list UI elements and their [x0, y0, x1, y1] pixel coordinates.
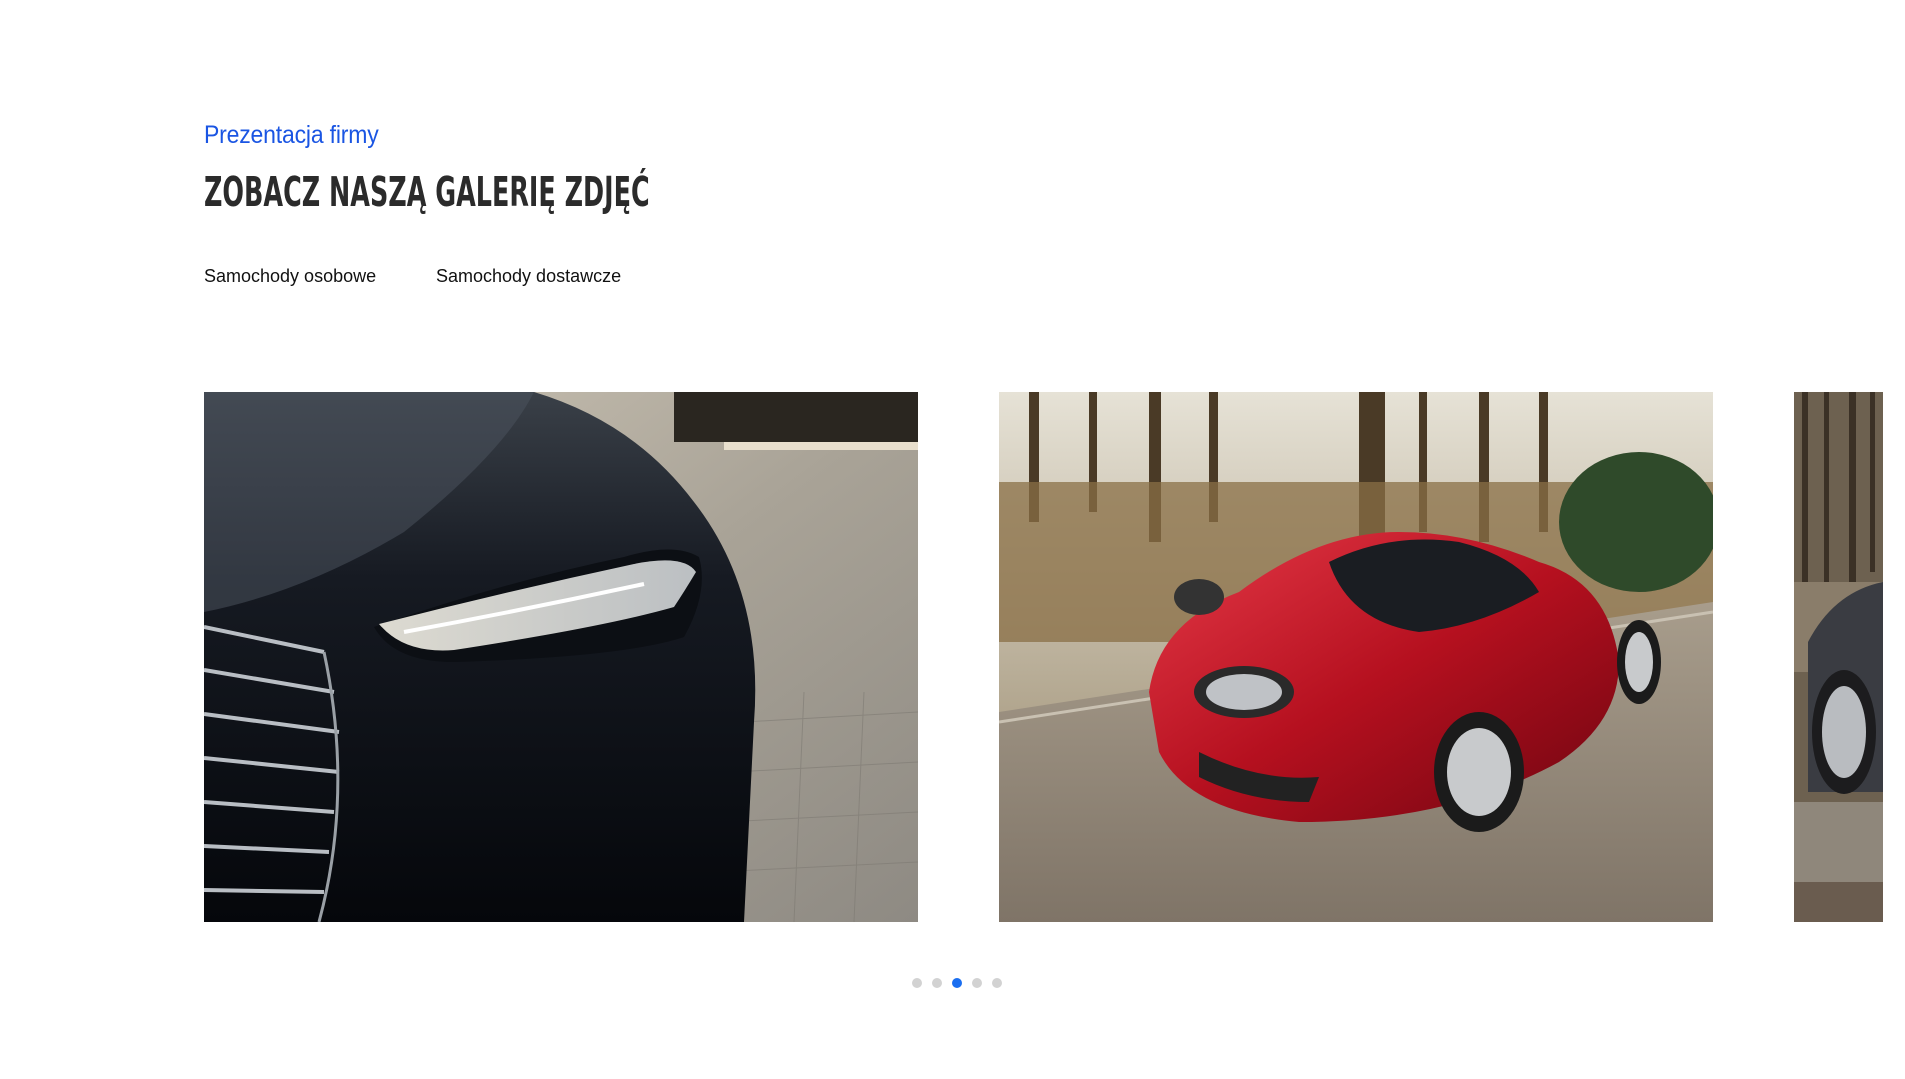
red-sports-car-photo	[999, 392, 1713, 922]
pagination-dot[interactable]	[932, 978, 942, 988]
tab-delivery-vans[interactable]: Samochody dostawcze	[436, 266, 621, 287]
pagination-dot[interactable]	[912, 978, 922, 988]
pagination-dot[interactable]	[992, 978, 1002, 988]
section-title: Zobacz naszą galerię zdjęć	[204, 168, 650, 216]
pagination-dot-active[interactable]	[952, 978, 962, 988]
gallery-slide[interactable]	[204, 392, 918, 922]
black-car-headlight-photo	[204, 392, 918, 922]
gallery-slide[interactable]	[999, 392, 1713, 922]
pagination-dot[interactable]	[972, 978, 982, 988]
gallery-slide[interactable]	[1794, 392, 1883, 922]
dark-car-partial-photo	[1794, 392, 1883, 922]
tab-passenger-cars[interactable]: Samochody osobowe	[204, 266, 376, 287]
section-subtitle: Prezentacja firmy	[204, 121, 379, 149]
